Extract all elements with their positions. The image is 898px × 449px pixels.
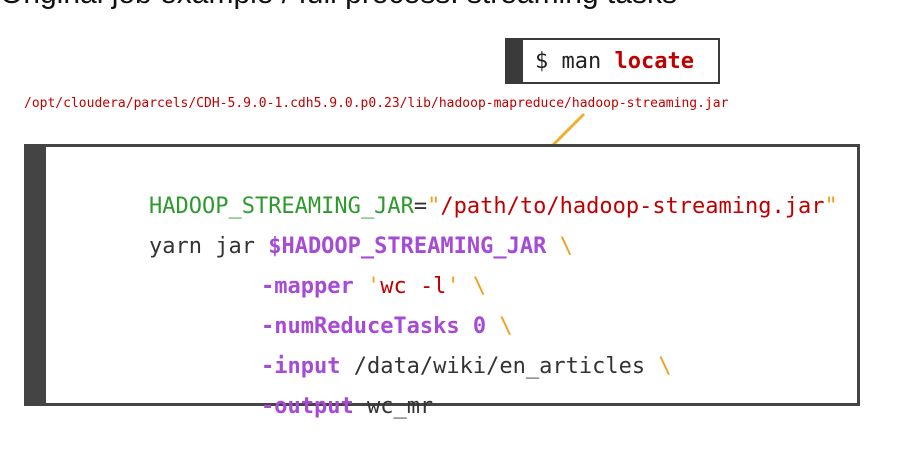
output-value: wc_mr — [366, 394, 434, 419]
line-continuation: \ — [546, 234, 573, 259]
output-flag: -output — [260, 394, 367, 419]
code-line-6: -output wc_mr — [208, 365, 433, 449]
man-keyword: locate — [614, 48, 694, 74]
line-continuation: \ — [645, 354, 672, 379]
man-prompt: $ man — [535, 48, 615, 74]
man-command-box: $ man locate — [505, 38, 720, 84]
quote-close: " — [824, 194, 838, 219]
clipped-heading: Original job example / full process: str… — [0, 0, 898, 14]
code-block: HADOOP_STREAMING_JAR="/path/to/hadoop-st… — [24, 144, 860, 419]
jar-path: /opt/cloudera/parcels/CDH-5.9.0-1.cdh5.9… — [24, 96, 729, 111]
